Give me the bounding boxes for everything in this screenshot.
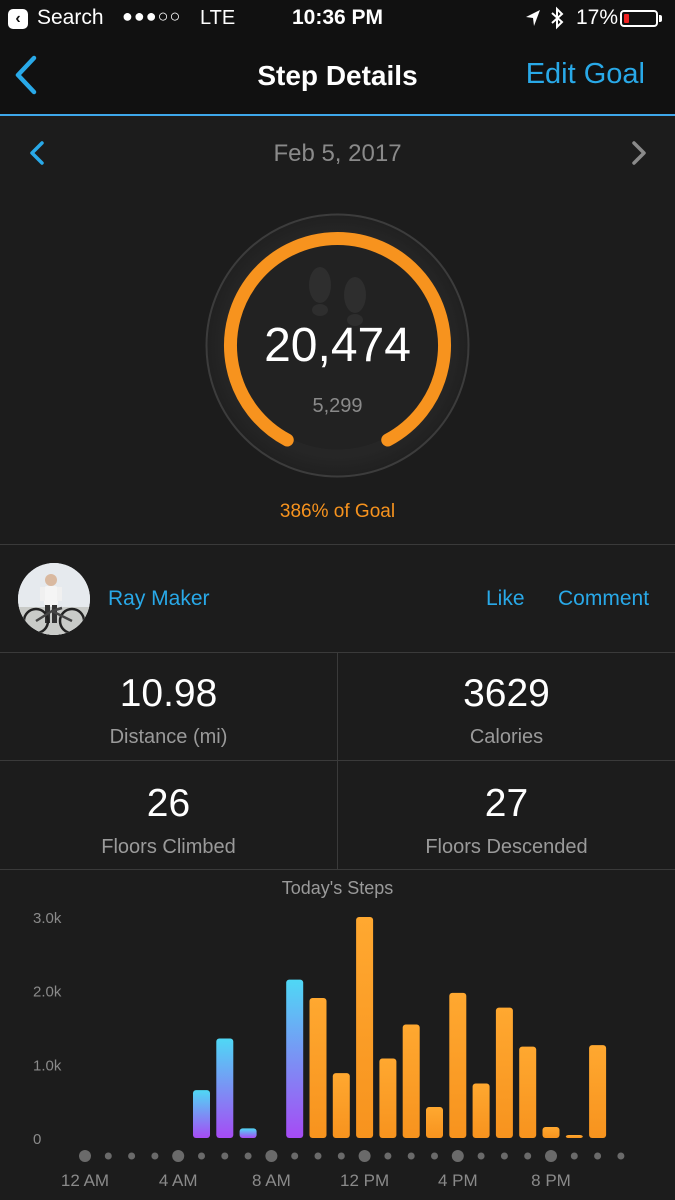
bar-1-pm: [379, 1058, 397, 1138]
avatar-photo: [18, 563, 90, 635]
y-tick-label: 1.0k: [33, 1057, 62, 1074]
x-tick-label: 4 AM: [159, 1171, 198, 1190]
bar-5-am: [193, 1090, 210, 1138]
hour-dot: [477, 1152, 485, 1160]
bar-10-am: [309, 998, 327, 1138]
floors-descended-value: 27: [484, 782, 529, 825]
clock: 10:36 PM: [291, 6, 384, 29]
hour-dot: [384, 1152, 392, 1160]
hour-dot: [128, 1152, 136, 1160]
hour-dot: [244, 1152, 252, 1160]
battery-percent: 17%: [576, 6, 619, 29]
calories-label: Calories: [469, 726, 544, 748]
hour-dot: [524, 1152, 532, 1160]
x-tick-label: 4 PM: [438, 1171, 478, 1190]
battery-level: [624, 14, 630, 23]
bar-6-am: [216, 1038, 234, 1138]
hour-dot: [337, 1152, 345, 1160]
battery-icon: [620, 10, 658, 27]
hour-dot: [570, 1152, 578, 1160]
hour-dot: [104, 1152, 112, 1160]
bar-7-am: [239, 1128, 257, 1138]
bar-3-pm: [426, 1107, 443, 1138]
bar-11-am: [332, 1073, 350, 1138]
status-bar: ‹ Search ●●●○○ LTE 10:36 PM 17%: [0, 0, 675, 36]
x-tick-label: 8 AM: [252, 1171, 291, 1190]
divider: [337, 653, 338, 869]
hour-dot: [617, 1152, 625, 1160]
bar-12-pm: [356, 917, 374, 1138]
chart-title: Today's Steps: [281, 878, 394, 898]
steps-bar-chart: 0 1.0k 2.0k 3.0k 12 AM 4 AM 8 AM 12 PM 4 PM 8 PM: [33, 910, 625, 1190]
distance-label: Distance (mi): [109, 726, 228, 748]
hour-dot: [291, 1152, 299, 1160]
x-tick-label: 8 PM: [531, 1171, 571, 1190]
hour-dot: [265, 1150, 278, 1162]
hour-dot: [151, 1152, 159, 1160]
bar-9-am: [286, 979, 304, 1138]
bar-7-pm: [519, 1046, 537, 1138]
like-button[interactable]: Like: [486, 587, 525, 611]
hour-dot: [358, 1150, 371, 1162]
hour-dot: [314, 1152, 322, 1160]
x-tick-label: 12 AM: [61, 1171, 109, 1190]
step-count: 20,474: [264, 319, 411, 372]
bar-2-pm: [402, 1024, 420, 1138]
bar-9-pm: [565, 1135, 583, 1138]
bar-4-pm: [449, 992, 467, 1138]
hour-dot: [451, 1150, 464, 1162]
location-arrow-icon: [526, 10, 540, 26]
navigation-bar: Step Details Edit Goal: [0, 36, 675, 116]
battery-tip: [659, 15, 662, 22]
hour-dot: [407, 1152, 415, 1160]
edit-goal-button[interactable]: Edit Goal: [526, 58, 645, 91]
next-day-icon[interactable]: [630, 140, 648, 166]
y-tick-label: 2.0k: [33, 984, 62, 1001]
hour-dot: [172, 1150, 185, 1162]
y-tick-label: 3.0k: [33, 910, 62, 927]
hour-dot: [594, 1152, 602, 1160]
hour-dot: [545, 1150, 557, 1162]
goal-percent: 386% of Goal: [279, 501, 396, 522]
comment-button[interactable]: Comment: [558, 587, 649, 611]
hour-dot: [221, 1152, 229, 1160]
hour-dot: [500, 1152, 508, 1160]
divider: [0, 869, 675, 870]
date-label: Feb 5, 2017: [273, 140, 402, 167]
bluetooth-icon: [551, 6, 564, 30]
floors-climbed-value: 26: [146, 782, 191, 825]
floors-climbed-label: Floors Climbed: [101, 836, 236, 858]
x-tick-label: 12 PM: [340, 1171, 389, 1190]
divider: [0, 544, 675, 545]
bar-8-pm: [542, 1126, 560, 1138]
step-goal: 5,299: [312, 395, 363, 417]
calories-value: 3629: [463, 672, 550, 715]
bar-6-pm: [495, 1007, 513, 1138]
y-tick-label: 0: [33, 1131, 41, 1148]
hour-dot: [79, 1150, 91, 1162]
avatar[interactable]: [18, 563, 90, 635]
bar-5-pm: [472, 1083, 490, 1138]
bar-10-pm: [589, 1045, 607, 1138]
distance-value: 10.98: [119, 672, 218, 715]
hour-dot: [431, 1152, 438, 1160]
hour-dot: [198, 1152, 205, 1160]
user-name-link[interactable]: Ray Maker: [108, 587, 210, 611]
floors-descended-label: Floors Descended: [425, 836, 588, 858]
